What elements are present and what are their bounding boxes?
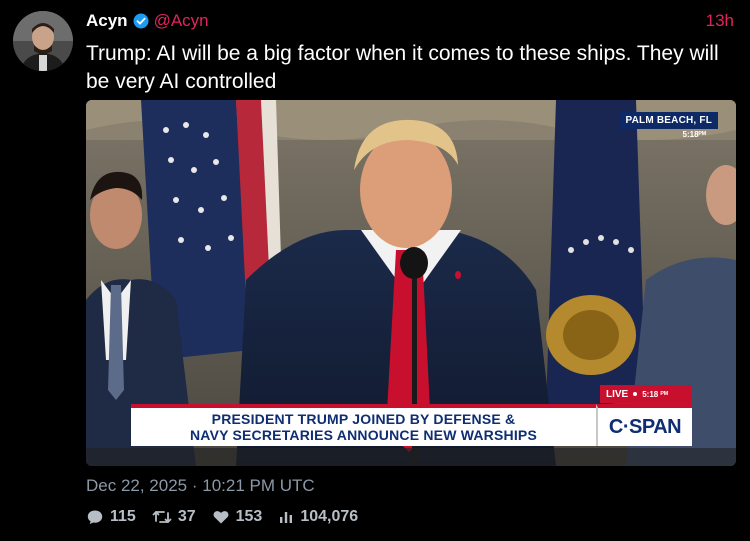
engagement-stats: 115 37 153 104,076 bbox=[86, 506, 374, 528]
chyron-text: PRESIDENT TRUMP JOINED BY DEFENSE & NAVY… bbox=[131, 404, 596, 446]
views-icon bbox=[280, 512, 293, 523]
live-time: 5:18 ᴾᴹ bbox=[642, 389, 668, 399]
verified-badge-icon bbox=[133, 13, 149, 29]
repost-count: 37 bbox=[177, 508, 196, 525]
views-stat[interactable]: 104,076 bbox=[278, 508, 358, 526]
repost-stat[interactable]: 37 bbox=[152, 508, 196, 526]
avatar[interactable] bbox=[13, 11, 73, 71]
post-text: Trump: AI will be a big factor when it c… bbox=[86, 42, 719, 93]
views-count: 104,076 bbox=[300, 508, 359, 525]
location-label: PALM BEACH, FL bbox=[619, 112, 718, 129]
live-indicator: LIVE 5:18 ᴾᴹ bbox=[600, 385, 692, 403]
like-count: 153 bbox=[235, 508, 263, 525]
live-label: LIVE bbox=[606, 388, 629, 400]
reply-icon bbox=[87, 510, 103, 524]
network-logo: C·SPAN bbox=[596, 404, 692, 446]
chyron-line-1: PRESIDENT TRUMP JOINED BY DEFENSE & bbox=[211, 411, 516, 427]
post-time-ago[interactable]: 13h bbox=[706, 11, 734, 31]
bug-time: 5:18ᴾᴹ bbox=[682, 130, 707, 139]
reply-count: 115 bbox=[110, 508, 136, 525]
like-icon bbox=[213, 511, 229, 524]
post: Acyn @Acyn 13h Trump: AI will be a big f… bbox=[0, 0, 750, 541]
post-header: Acyn @Acyn 13h bbox=[86, 10, 734, 32]
chyron-line-2: NAVY SECRETARIES ANNOUNCE NEW WARSHIPS bbox=[189, 427, 537, 443]
chyron: PRESIDENT TRUMP JOINED BY DEFENSE & NAVY… bbox=[131, 404, 692, 446]
reply-stat[interactable]: 115 bbox=[86, 508, 136, 526]
video-media[interactable]: PALM BEACH, FL 5:18ᴾᴹ LIVE 5:18 ᴾᴹ PRESI… bbox=[86, 100, 736, 466]
repost-icon bbox=[152, 511, 172, 523]
location-bug: PALM BEACH, FL 5:18ᴾᴹ bbox=[619, 110, 718, 139]
author-display-name[interactable]: Acyn bbox=[86, 11, 128, 31]
live-dot-icon bbox=[633, 392, 638, 396]
post-timestamp[interactable]: Dec 22, 2025 · 10:21 PM UTC bbox=[86, 476, 315, 496]
like-stat[interactable]: 153 bbox=[212, 508, 263, 526]
author-handle[interactable]: @Acyn bbox=[154, 11, 209, 31]
